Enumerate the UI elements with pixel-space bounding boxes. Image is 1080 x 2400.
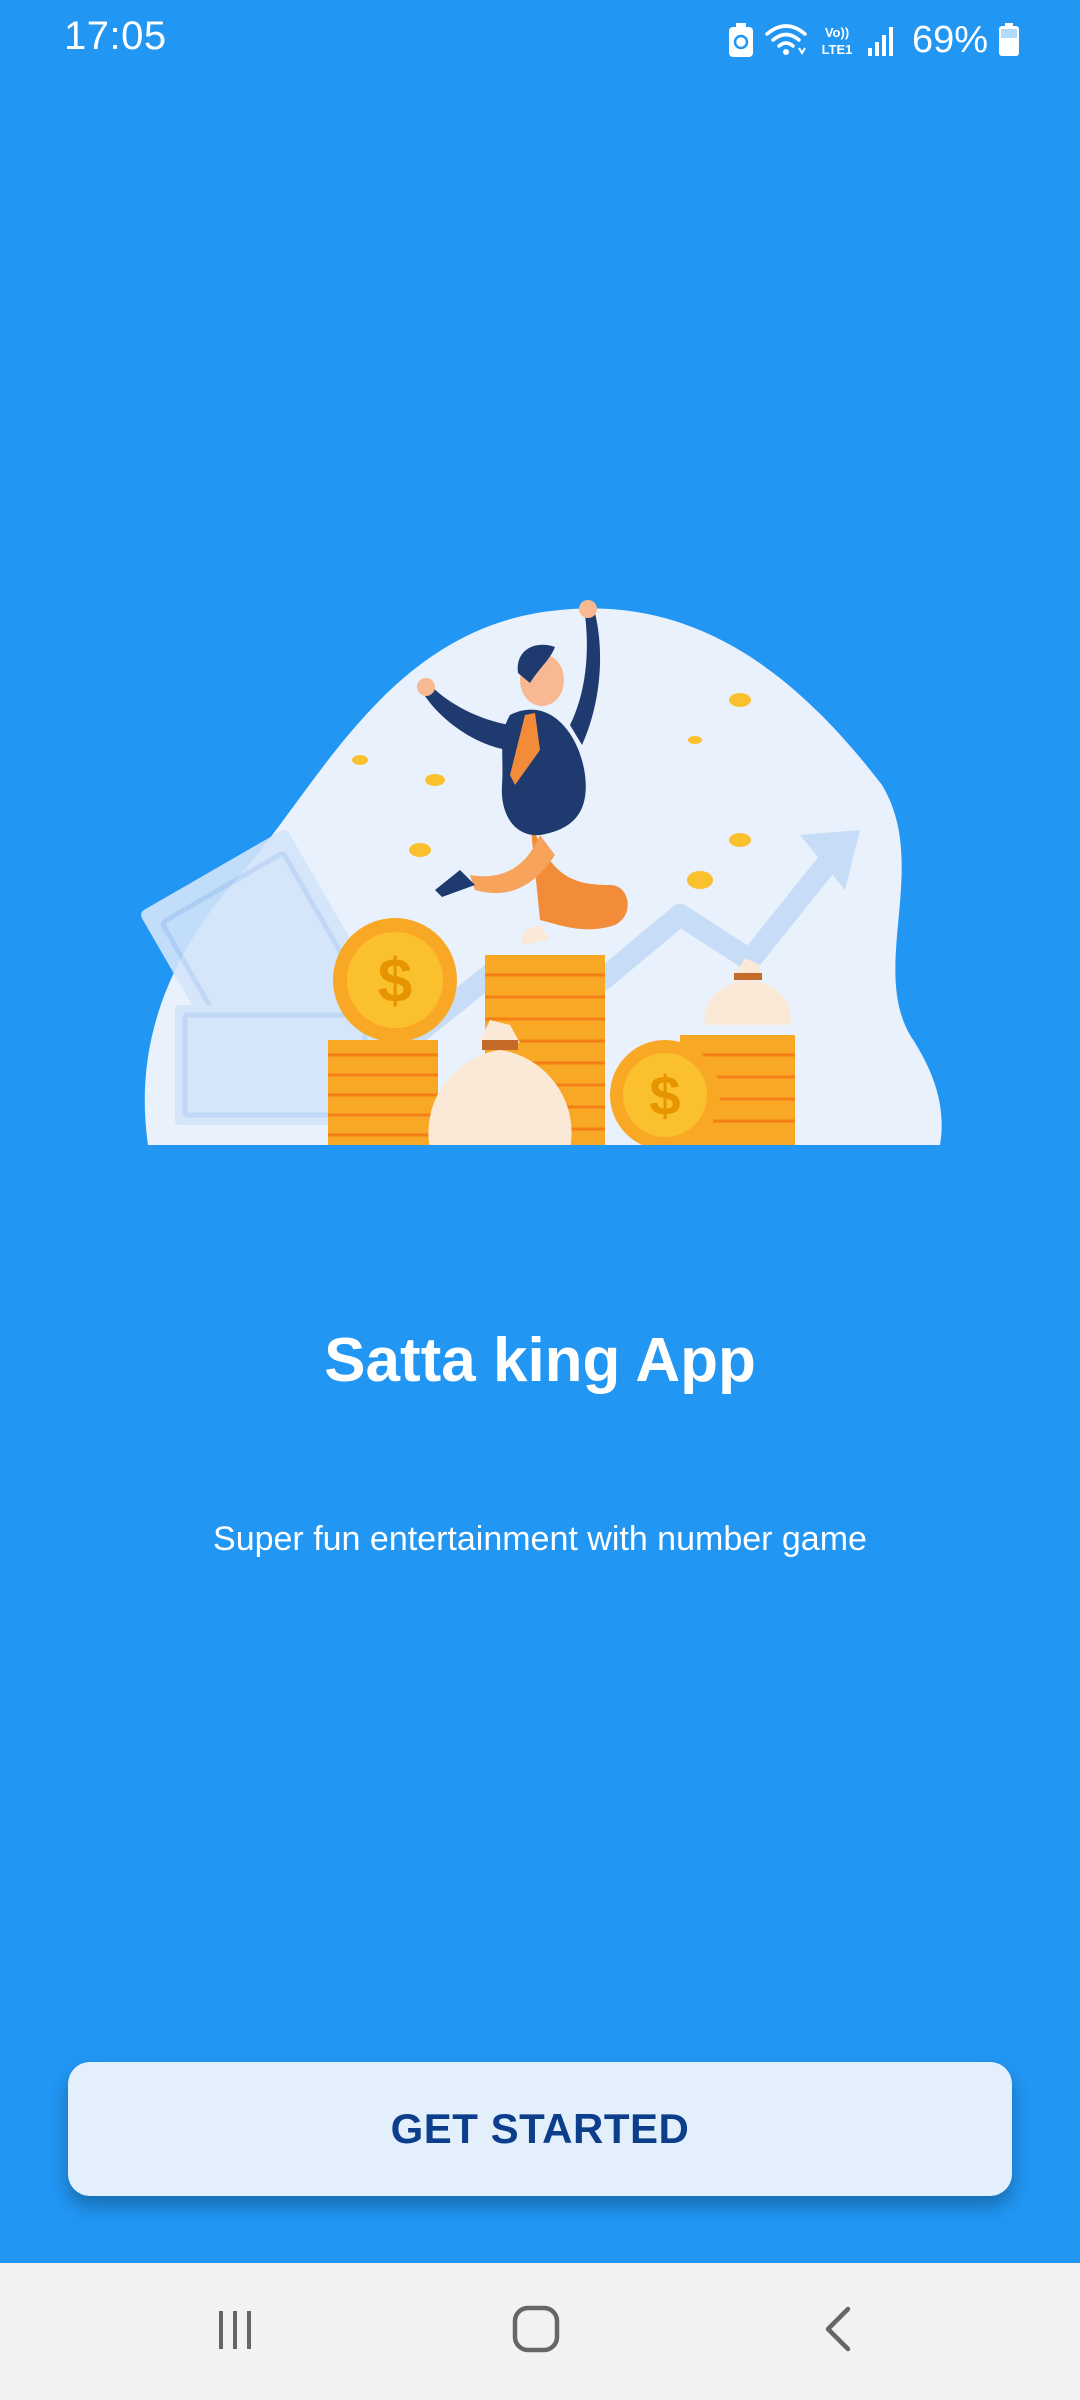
recents-button[interactable] <box>175 2291 295 2371</box>
onboarding-screen: 17:05 Vo)) LTE1 69% $ $ Satta king App S… <box>0 0 1080 2400</box>
app-subtitle: Super fun entertainment with number game <box>213 1520 867 1558</box>
battery-saver-icon <box>728 22 754 58</box>
status-bar: 17:05 Vo)) LTE1 69% <box>0 0 1080 80</box>
svg-text:Vo)): Vo)) <box>825 25 849 40</box>
battery-percent: 69% <box>911 18 988 61</box>
volte-icon: Vo)) LTE1 <box>818 22 856 58</box>
back-button[interactable] <box>780 2291 900 2371</box>
recents-icon <box>211 2305 259 2358</box>
status-icons: Vo)) LTE1 69% <box>728 14 1020 66</box>
signal-icon <box>866 22 896 58</box>
svg-text:$: $ <box>378 947 412 1016</box>
back-icon <box>816 2305 864 2358</box>
get-started-button[interactable]: GET STARTED <box>68 2062 1012 2196</box>
status-time: 17:05 <box>64 14 167 58</box>
battery-icon <box>998 22 1020 58</box>
home-icon <box>510 2303 562 2360</box>
home-button[interactable] <box>476 2291 596 2371</box>
system-nav-bar <box>0 2263 1080 2400</box>
hero-illustration: $ $ <box>130 585 950 1150</box>
app-title: Satta king App <box>324 1326 756 1395</box>
wifi-icon <box>764 22 808 58</box>
svg-text:LTE1: LTE1 <box>822 42 853 57</box>
svg-text:$: $ <box>649 1064 680 1127</box>
